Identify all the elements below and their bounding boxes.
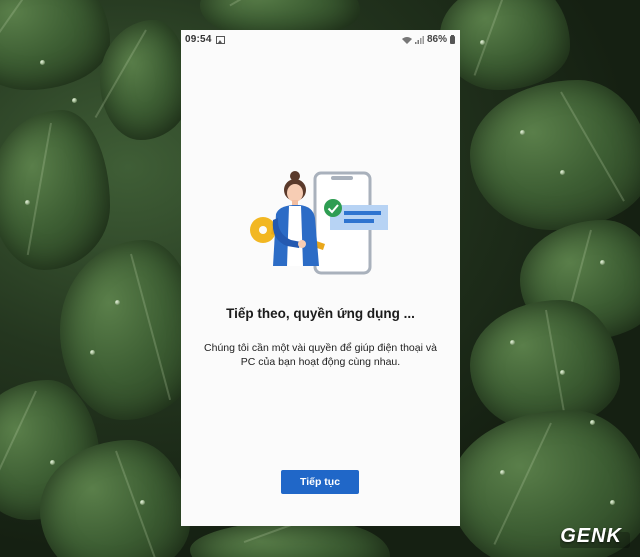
permissions-illustration (250, 171, 388, 275)
genk-watermark: GENK (560, 525, 630, 551)
battery-percent: 86% (426, 34, 447, 45)
page-title: Tiếp theo, quyền ứng dụng ... (226, 306, 415, 321)
status-bar: 09:54 86% (181, 30, 460, 49)
watermark-text: GENK (560, 525, 622, 547)
continue-button[interactable]: Tiếp tục (281, 470, 359, 494)
signal-icon (414, 35, 424, 44)
battery-icon (450, 34, 455, 44)
status-time: 09:54 (185, 34, 212, 45)
wifi-icon (401, 36, 412, 44)
image-icon (215, 35, 225, 44)
phone-screen: 09:54 86% Tiếp theo, quyền ứng dụng ... … (181, 30, 460, 526)
page-description: Chúng tôi cần một vài quyền để giúp điện… (204, 342, 437, 368)
